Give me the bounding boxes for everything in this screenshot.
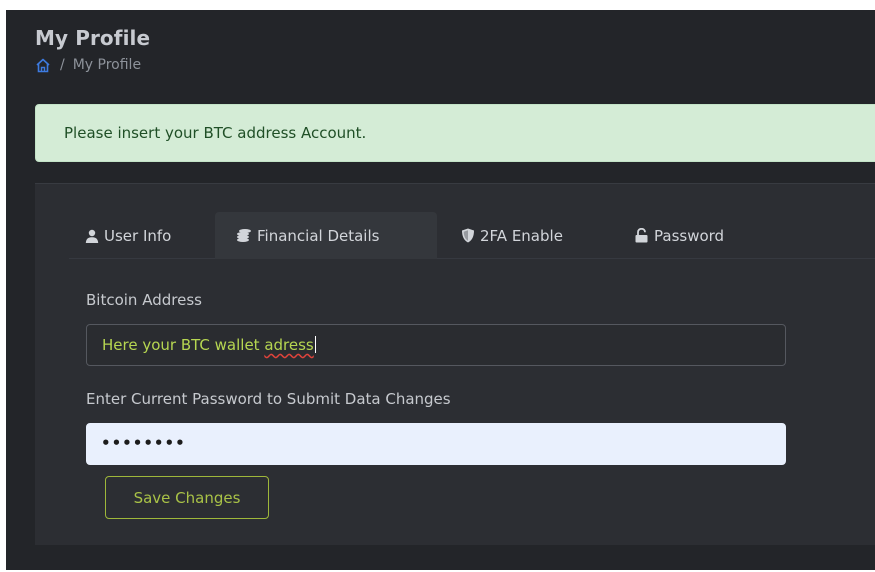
tab-user-info[interactable]: User Info	[85, 212, 171, 259]
password-value: ••••••••	[101, 434, 186, 452]
app-window: My Profile / My Profile Please insert yo…	[6, 10, 875, 570]
text-caret	[314, 336, 316, 353]
save-changes-button[interactable]: Save Changes	[105, 476, 269, 519]
tab-password[interactable]: Password	[634, 212, 724, 259]
profile-tabs: User Info Financial Details 2FA Enable P…	[69, 212, 875, 259]
tab-label: User Info	[104, 226, 172, 245]
current-password-input[interactable]: ••••••••	[86, 423, 786, 465]
breadcrumb: / My Profile	[35, 57, 141, 73]
tab-financial-details[interactable]: Financial Details	[215, 212, 437, 259]
coins-icon	[237, 229, 251, 242]
info-alert: Please insert your BTC address Account.	[35, 104, 875, 162]
unlock-icon	[635, 228, 648, 243]
breadcrumb-current: My Profile	[72, 57, 142, 73]
bitcoin-address-value: Here your BTC wallet adress	[102, 336, 316, 354]
page-title: My Profile	[35, 26, 151, 50]
breadcrumb-separator: /	[60, 57, 65, 73]
shield-icon	[462, 228, 474, 243]
current-password-label: Enter Current Password to Submit Data Ch…	[86, 390, 451, 408]
bitcoin-address-input[interactable]: Here your BTC wallet adress	[86, 324, 786, 366]
home-icon[interactable]	[35, 58, 51, 73]
user-icon	[85, 229, 99, 243]
alert-message: Please insert your BTC address Account.	[64, 124, 367, 142]
tab-label: Password	[654, 226, 725, 245]
profile-card: User Info Financial Details 2FA Enable P…	[35, 183, 875, 545]
tab-label: 2FA Enable	[480, 226, 563, 245]
tab-label: Financial Details	[257, 226, 380, 245]
bitcoin-address-label: Bitcoin Address	[86, 291, 202, 309]
tab-2fa-enable[interactable]: 2FA Enable	[461, 212, 563, 259]
